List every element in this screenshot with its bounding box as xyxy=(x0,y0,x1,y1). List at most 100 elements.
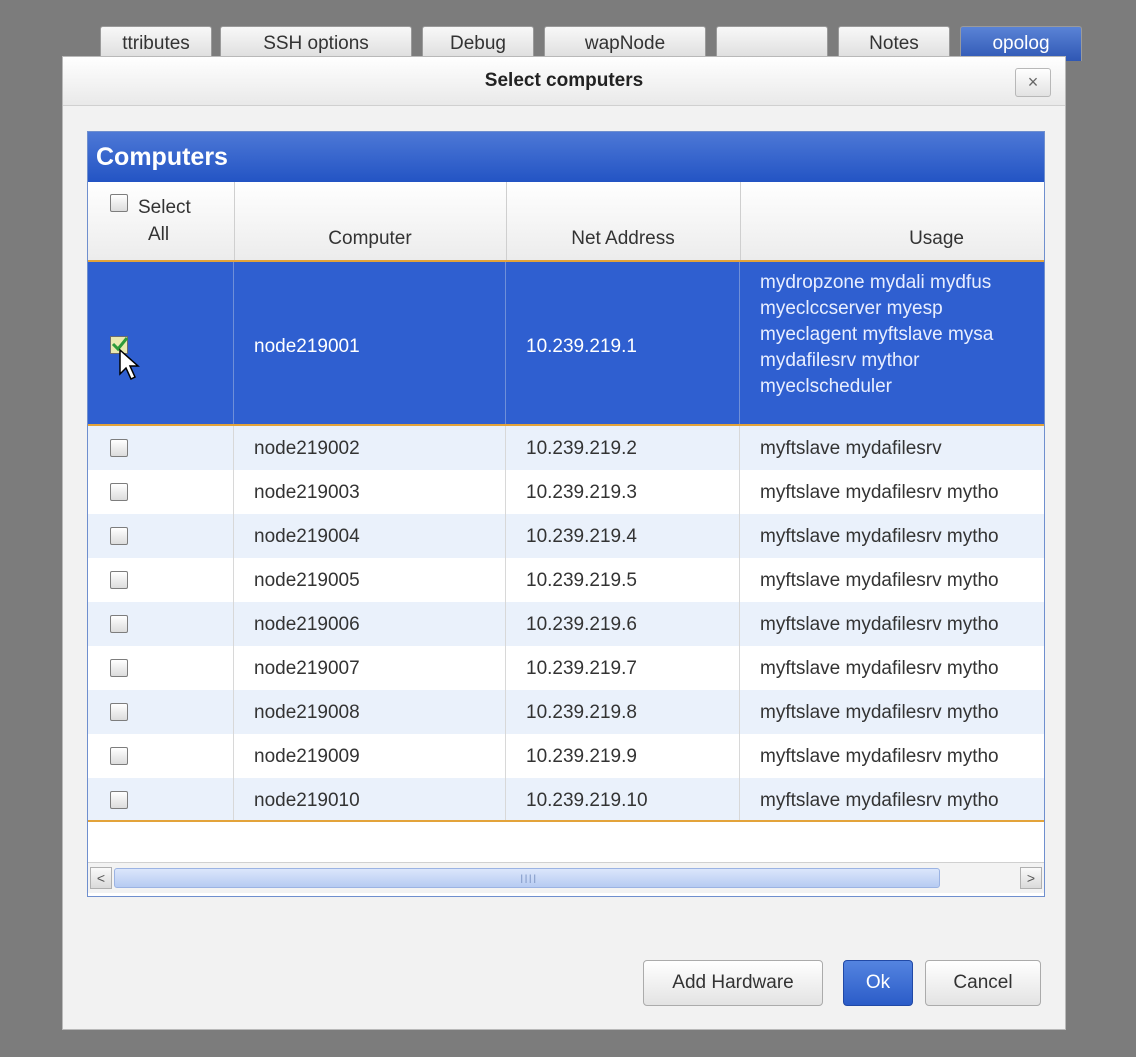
computer-name: node219005 xyxy=(254,570,360,591)
computer-name: node219007 xyxy=(254,658,360,679)
row-checkbox[interactable] xyxy=(110,527,128,545)
usage-cell: myftslave mydafilesrv mytho xyxy=(740,470,1044,514)
net-address: 10.239.219.6 xyxy=(526,614,637,635)
net-address-cell: 10.239.219.9 xyxy=(506,734,740,778)
table-row[interactable]: node219009 10.239.219.9 myftslave mydafi… xyxy=(88,734,1044,778)
net-address-cell: 10.239.219.2 xyxy=(506,426,740,470)
computers-grid: Computers Select All Computer Net Addres… xyxy=(87,131,1045,897)
table-row[interactable]: node219003 10.239.219.3 myftslave mydafi… xyxy=(88,470,1044,514)
net-address: 10.239.219.8 xyxy=(526,702,637,723)
table-row[interactable]: node219010 10.239.219.10 myftslave mydaf… xyxy=(88,778,1044,822)
row-checkbox-cell xyxy=(88,514,234,558)
row-checkbox[interactable] xyxy=(110,615,128,633)
net-address: 10.239.219.4 xyxy=(526,526,637,547)
computer-cell: node219008 xyxy=(234,690,506,734)
column-label-computer: Computer xyxy=(328,228,412,249)
row-checkbox[interactable] xyxy=(110,703,128,721)
net-address-cell: 10.239.219.5 xyxy=(506,558,740,602)
column-label-net-address: Net Address xyxy=(571,228,675,249)
table-row[interactable]: node219007 10.239.219.7 myftslave mydafi… xyxy=(88,646,1044,690)
net-address-cell: 10.239.219.3 xyxy=(506,470,740,514)
computer-cell: node219009 xyxy=(234,734,506,778)
row-checkbox[interactable] xyxy=(110,747,128,765)
computer-name: node219004 xyxy=(254,526,360,547)
cancel-button[interactable]: Cancel xyxy=(925,960,1041,1006)
row-checkbox-cell xyxy=(88,778,234,820)
net-address: 10.239.219.3 xyxy=(526,482,637,503)
net-address: 10.239.219.5 xyxy=(526,570,637,591)
scroll-left-button[interactable]: < xyxy=(90,867,112,889)
row-checkbox-cell xyxy=(88,426,234,470)
row-checkbox[interactable] xyxy=(110,659,128,677)
row-checkbox-cell xyxy=(88,602,234,646)
usage-line: mydafilesrv mythor xyxy=(760,350,920,371)
row-checkbox-cell xyxy=(88,734,234,778)
mouse-pointer-icon xyxy=(119,348,140,381)
column-header-computer[interactable]: Computer xyxy=(234,182,507,260)
scroll-right-button[interactable]: > xyxy=(1020,867,1042,889)
net-address: 10.239.219.10 xyxy=(526,790,648,811)
usage-cell: myftslave mydafilesrv mytho xyxy=(740,778,1044,820)
horizontal-scrollbar[interactable]: < IIII > xyxy=(88,862,1044,893)
computer-name: node219006 xyxy=(254,614,360,635)
computer-cell: node219005 xyxy=(234,558,506,602)
grid-title: Computers xyxy=(96,143,228,171)
table-row[interactable]: node219008 10.239.219.8 myftslave mydafi… xyxy=(88,690,1044,734)
row-checkbox-cell xyxy=(88,470,234,514)
usage-cell: myftslave mydafilesrv mytho xyxy=(740,690,1044,734)
usage-line: myeclccserver myesp xyxy=(760,298,943,319)
computer-cell: node219006 xyxy=(234,602,506,646)
select-all-checkbox[interactable] xyxy=(110,194,128,212)
row-checkbox-cell xyxy=(88,262,234,424)
computer-name: node219009 xyxy=(254,746,360,767)
row-checkbox[interactable] xyxy=(110,483,128,501)
row-checkbox[interactable] xyxy=(110,791,128,809)
row-checkbox-cell xyxy=(88,690,234,734)
row-checkbox-cell xyxy=(88,646,234,690)
computer-cell: node219010 xyxy=(234,778,506,820)
computer-cell: node219004 xyxy=(234,514,506,558)
select-all-label-1: Select xyxy=(138,197,191,218)
usage-text: myftslave mydafilesrv mytho xyxy=(760,746,999,767)
computer-name: node219003 xyxy=(254,482,360,503)
table-row[interactable]: node219002 10.239.219.2 myftslave mydafi… xyxy=(88,426,1044,470)
row-checkbox[interactable] xyxy=(110,439,128,457)
table-row[interactable]: node219006 10.239.219.6 myftslave mydafi… xyxy=(88,602,1044,646)
select-all-label-2: All xyxy=(148,224,170,245)
table-row[interactable]: node219005 10.239.219.5 myftslave mydafi… xyxy=(88,558,1044,602)
usage-cell: myftslave mydafilesrv mytho xyxy=(740,602,1044,646)
usage-line: myeclagent myftslave mysa xyxy=(760,324,994,345)
net-address: 10.239.219.7 xyxy=(526,658,637,679)
computer-cell: node219003 xyxy=(234,470,506,514)
usage-line: myeclscheduler xyxy=(760,376,892,397)
close-button[interactable]: × xyxy=(1015,68,1051,97)
computer-name: node219001 xyxy=(254,336,360,357)
column-headers: Select All Computer Net Address Usage xyxy=(88,182,1044,261)
usage-text: myftslave mydafilesrv mytho xyxy=(760,790,999,811)
scroll-thumb[interactable]: IIII xyxy=(114,868,940,888)
usage-text: myftslave mydafilesrv mytho xyxy=(760,702,999,723)
select-computers-dialog: Select computers × Computers Select All … xyxy=(62,56,1066,1030)
column-header-net-address[interactable]: Net Address xyxy=(506,182,741,260)
usage-text: myftslave mydafilesrv mytho xyxy=(760,482,999,503)
usage-text: myftslave mydafilesrv mytho xyxy=(760,526,999,547)
usage-text: mydropzone mydali mydfus myeclccserver m… xyxy=(760,270,993,400)
usage-text: myftslave mydafilesrv mytho xyxy=(760,658,999,679)
table-row[interactable]: node219004 10.239.219.4 myftslave mydafi… xyxy=(88,514,1044,558)
row-checkbox[interactable] xyxy=(110,571,128,589)
usage-cell: myftslave mydafilesrv mytho xyxy=(740,514,1044,558)
usage-cell: myftslave mydafilesrv mytho xyxy=(740,558,1044,602)
net-address: 10.239.219.2 xyxy=(526,438,637,459)
usage-line: mydropzone mydali mydfus xyxy=(760,272,992,293)
column-header-usage[interactable]: Usage xyxy=(740,182,1044,260)
dialog-titlebar: Select computers × xyxy=(63,57,1065,106)
ok-button[interactable]: Ok xyxy=(843,960,913,1006)
net-address-cell: 10.239.219.10 xyxy=(506,778,740,820)
column-label-usage: Usage xyxy=(909,228,964,249)
grid-rows: node219001 10.239.219.1 mydropzone mydal… xyxy=(88,260,1044,826)
table-row[interactable]: node219001 10.239.219.1 mydropzone mydal… xyxy=(88,260,1044,426)
net-address: 10.239.219.1 xyxy=(526,336,637,357)
net-address-cell: 10.239.219.1 xyxy=(506,262,740,424)
add-hardware-button[interactable]: Add Hardware xyxy=(643,960,823,1006)
net-address-cell: 10.239.219.6 xyxy=(506,602,740,646)
